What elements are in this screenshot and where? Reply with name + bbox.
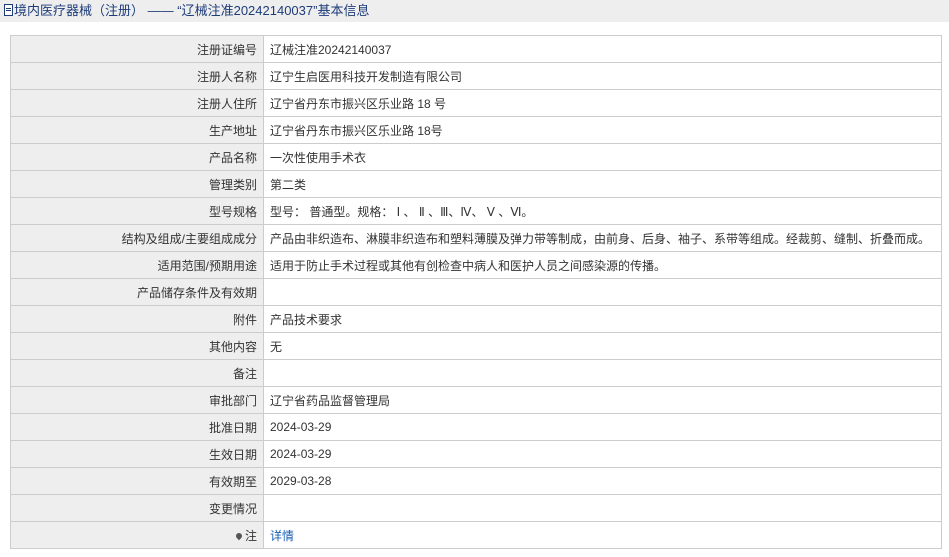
table-row: 生产地址 辽宁省丹东市振兴区乐业路 18号 [10, 116, 942, 144]
row-value: 2029-03-28 [263, 467, 942, 495]
row-label: 生效日期 [10, 440, 264, 468]
table-row: 结构及组成/主要组成成分 产品由非织造布、淋膜非织造布和塑料薄膜及弹力带等制成，由… [10, 224, 942, 252]
table-row: 注册人住所 辽宁省丹东市振兴区乐业路 18 号 [10, 89, 942, 117]
table-row: 有效期至 2029-03-28 [10, 467, 942, 495]
page-title: “辽械注准20242140037”基本信息 [177, 3, 370, 18]
row-value: 适用于防止手术过程或其他有创检查中病人和医护人员之间感染源的传播。 [263, 251, 942, 279]
table-row: 其他内容无 [10, 332, 942, 360]
row-value: 一次性使用手术衣 [263, 143, 942, 171]
table-row: 管理类别 第二类 [10, 170, 942, 198]
row-value: 辽宁生启医用科技开发制造有限公司 [263, 62, 942, 90]
row-label: 备注 [10, 359, 264, 387]
table-row: 备注 [10, 359, 942, 387]
row-value: 辽械注准20242140037 [263, 35, 942, 63]
row-label: 型号规格 [10, 197, 264, 225]
table-row: 注册人名称 辽宁生启医用科技开发制造有限公司 [10, 62, 942, 90]
row-value: 型号： 普通型。规格： Ⅰ 、 Ⅱ 、Ⅲ、Ⅳ、 Ⅴ 、Ⅵ。 [263, 197, 942, 225]
row-label: 其他内容 [10, 332, 264, 360]
table-row: 注 详情 [10, 521, 942, 549]
row-value: 产品由非织造布、淋膜非织造布和塑料薄膜及弹力带等制成，由前身、后身、袖子、系带等… [263, 224, 942, 252]
table-row: 附件 产品技术要求 [10, 305, 942, 333]
row-label: 批准日期 [10, 413, 264, 441]
row-label: 审批部门 [10, 386, 264, 414]
row-label: 生产地址 [10, 116, 264, 144]
note-label: 注 [244, 528, 257, 543]
details-link[interactable]: 详情 [270, 529, 294, 543]
note-label-cell: 注 [10, 521, 264, 549]
row-value: 产品技术要求 [263, 305, 942, 333]
row-label: 适用范围/预期用途 [10, 251, 264, 279]
row-label: 注册人住所 [10, 89, 264, 117]
row-value: 2024-03-29 [263, 413, 942, 441]
row-label: 有效期至 [10, 467, 264, 495]
table-row: 生效日期 2024-03-29 [10, 440, 942, 468]
row-label: 注册证编号 [10, 35, 264, 63]
row-value: 辽宁省药品监督管理局 [263, 386, 942, 414]
row-label: 变更情况 [10, 494, 264, 522]
row-value: 辽宁省丹东市振兴区乐业路 18 号 [263, 89, 942, 117]
page-header: 境内医疗器械（注册） —— “辽械注准20242140037”基本信息 [0, 0, 949, 22]
pin-icon [234, 531, 244, 540]
table-row: 审批部门 辽宁省药品监督管理局 [10, 386, 942, 414]
row-value [263, 278, 942, 306]
row-label: 产品储存条件及有效期 [10, 278, 264, 306]
row-value [263, 494, 942, 522]
row-value: 无 [263, 332, 942, 360]
document-icon [4, 4, 13, 16]
table-row: 产品名称 一次性使用手术衣 [10, 143, 942, 171]
note-value-cell: 详情 [263, 521, 942, 549]
table-row: 适用范围/预期用途 适用于防止手术过程或其他有创检查中病人和医护人员之间感染源的传… [10, 251, 942, 279]
row-label: 管理类别 [10, 170, 264, 198]
row-label: 结构及组成/主要组成成分 [10, 224, 264, 252]
table-row: 批准日期 2024-03-29 [10, 413, 942, 441]
row-label: 产品名称 [10, 143, 264, 171]
table-row: 变更情况 [10, 494, 942, 522]
row-value: 2024-03-29 [263, 440, 942, 468]
header-prefix: 境内医疗器械（注册） [14, 3, 145, 18]
row-value: 第二类 [263, 170, 942, 198]
row-label: 注册人名称 [10, 62, 264, 90]
table-row: 产品储存条件及有效期 [10, 278, 942, 306]
row-value: 辽宁省丹东市振兴区乐业路 18号 [263, 116, 942, 144]
detail-table: 注册证编号 辽械注准20242140037 注册人名称 辽宁生启医用科技开发制造有限… [10, 35, 942, 549]
table-row: 型号规格 型号： 普通型。规格： Ⅰ 、 Ⅱ 、Ⅲ、Ⅳ、 Ⅴ 、Ⅵ。 [10, 197, 942, 225]
table-row: 注册证编号 辽械注准20242140037 [10, 35, 942, 63]
header-dash: —— [147, 3, 174, 18]
row-value [263, 359, 942, 387]
row-label: 附件 [10, 305, 264, 333]
